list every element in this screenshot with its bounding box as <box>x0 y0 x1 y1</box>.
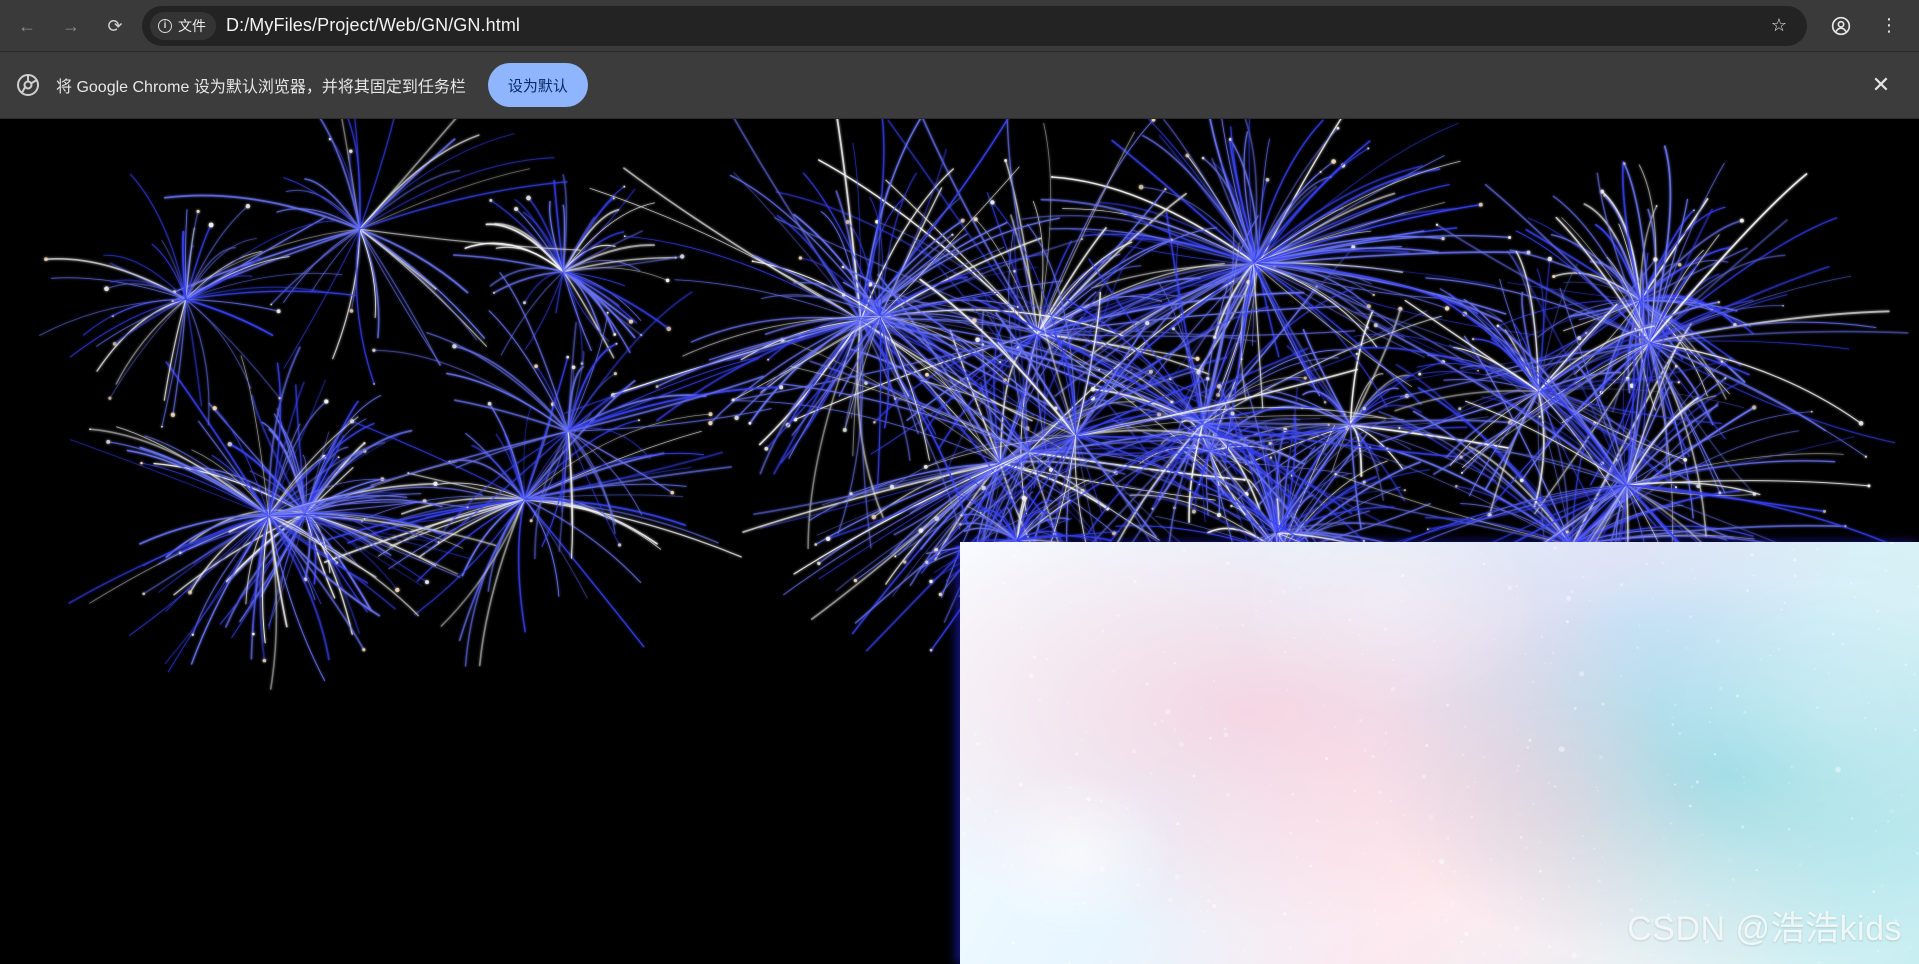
site-security-label: 文件 <box>178 17 206 34</box>
address-bar-actions: ☆ <box>1761 8 1797 44</box>
url-text[interactable]: D:/MyFiles/Project/Web/GN/GN.html <box>226 15 1751 36</box>
browser-window: ← → ⟳ i 文件 D:/MyFiles/Project/Web/GN/GN.… <box>0 0 1919 964</box>
site-info-chip[interactable]: i 文件 <box>150 11 216 40</box>
arrow-right-icon: → <box>62 15 80 36</box>
chrome-logo-icon <box>16 73 40 97</box>
toolbar-right: ⋮ <box>1817 8 1907 44</box>
profile-icon <box>1831 16 1851 35</box>
arrow-left-icon: ← <box>18 15 36 36</box>
address-bar[interactable]: i 文件 D:/MyFiles/Project/Web/GN/GN.html ☆ <box>142 5 1807 46</box>
banner-message: 将 Google Chrome 设为默认浏览器，并将其固定到任务栏 <box>56 79 466 96</box>
reload-icon: ⟳ <box>107 15 123 36</box>
kebab-menu-icon: ⋮ <box>1880 15 1898 35</box>
browser-toolbar: ← → ⟳ i 文件 D:/MyFiles/Project/Web/GN/GN.… <box>0 0 1919 51</box>
profile-button[interactable] <box>1823 8 1859 44</box>
default-browser-banner: 将 Google Chrome 设为默认浏览器，并将其固定到任务栏 设为默认 ✕ <box>0 51 1919 119</box>
menu-button[interactable]: ⋮ <box>1871 8 1907 44</box>
bookmark-button[interactable]: ☆ <box>1761 8 1797 44</box>
csdn-watermark: CSDN @浩浩kids <box>1627 910 1902 948</box>
back-button[interactable]: ← <box>10 9 44 43</box>
watercolor-panel: CSDN @浩浩kids <box>960 542 1919 964</box>
page-viewport: CSDN @浩浩kids <box>0 119 1919 964</box>
close-banner-button[interactable]: ✕ <box>1863 67 1899 103</box>
forward-button[interactable]: → <box>54 9 88 43</box>
star-icon: ☆ <box>1770 15 1788 35</box>
set-default-button[interactable]: 设为默认 <box>487 63 588 107</box>
info-icon: i <box>158 18 172 33</box>
close-icon: ✕ <box>1871 72 1891 97</box>
reload-button[interactable]: ⟳ <box>98 9 132 43</box>
